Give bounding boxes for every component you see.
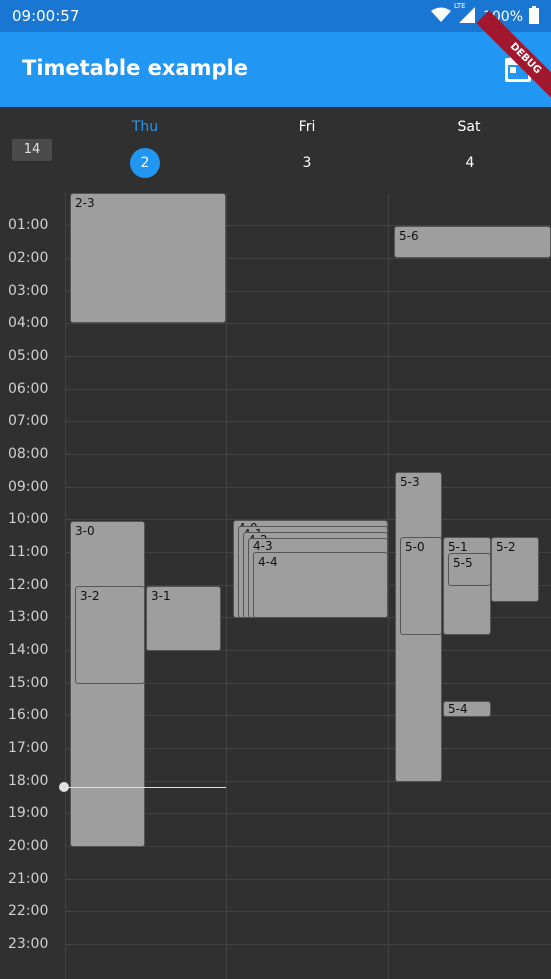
battery-icon bbox=[529, 6, 539, 28]
grid-line bbox=[65, 323, 551, 324]
app-bar: Timetable example DEBUG bbox=[0, 10, 551, 108]
grid-line bbox=[65, 487, 551, 488]
timetable-grid[interactable]: 01:00 02:00 03:00 04:00 05:00 06:00 07:0… bbox=[0, 193, 551, 979]
day-header: 14 Thu 2 Fri 3 Sat 4 bbox=[0, 107, 551, 193]
hour-label: 22:00 bbox=[8, 903, 49, 919]
event-5-6[interactable]: 5-6 bbox=[394, 226, 551, 258]
hour-label: 09:00 bbox=[8, 479, 49, 495]
event-3-0[interactable]: 3-0 bbox=[70, 521, 145, 847]
status-bar: 09:00:57 LTE 100% bbox=[0, 0, 551, 32]
day-number-sat[interactable]: 4 bbox=[455, 148, 485, 178]
hour-label: 18:00 bbox=[8, 773, 49, 789]
hour-label: 02:00 bbox=[8, 250, 49, 266]
hour-label: 03:00 bbox=[8, 283, 49, 299]
hour-label: 08:00 bbox=[8, 446, 49, 462]
lte-label: LTE bbox=[453, 2, 466, 10]
event-5-1[interactable]: 5-1 bbox=[443, 537, 491, 635]
grid-divider bbox=[388, 193, 389, 979]
hour-label: 14:00 bbox=[8, 642, 49, 658]
grid-line bbox=[65, 911, 551, 912]
current-time-dot bbox=[59, 782, 69, 792]
hour-label: 17:00 bbox=[8, 740, 49, 756]
event-5-4[interactable]: 5-4 bbox=[443, 701, 491, 717]
hour-label: 12:00 bbox=[8, 577, 49, 593]
grid-line bbox=[65, 389, 551, 390]
hour-label: 04:00 bbox=[8, 315, 49, 331]
app-title: Timetable example bbox=[22, 56, 248, 80]
grid-divider bbox=[226, 193, 227, 979]
hour-label: 05:00 bbox=[8, 348, 49, 364]
wifi-icon bbox=[430, 7, 451, 27]
hour-label: 19:00 bbox=[8, 805, 49, 821]
hour-label: 23:00 bbox=[8, 936, 49, 952]
event-4-4[interactable]: 4-4 bbox=[253, 552, 388, 618]
day-name-sat: Sat bbox=[457, 119, 481, 135]
hour-label: 20:00 bbox=[8, 838, 49, 854]
hour-label: 07:00 bbox=[8, 413, 49, 429]
hour-label: 06:00 bbox=[8, 381, 49, 397]
grid-divider bbox=[65, 193, 66, 979]
grid-line bbox=[65, 944, 551, 945]
current-time-line bbox=[64, 787, 226, 788]
hour-label: 15:00 bbox=[8, 675, 49, 691]
hour-label: 11:00 bbox=[8, 544, 49, 560]
status-time: 09:00:57 bbox=[12, 7, 80, 25]
day-number-thu[interactable]: 2 bbox=[130, 148, 160, 178]
grid-line bbox=[65, 356, 551, 357]
day-name-thu: Thu bbox=[131, 119, 159, 135]
event-3-1[interactable]: 3-1 bbox=[146, 586, 221, 651]
grid-line bbox=[65, 421, 551, 422]
event-5-0[interactable]: 5-0 bbox=[400, 537, 442, 635]
hour-label: 13:00 bbox=[8, 609, 49, 625]
grid-line bbox=[65, 879, 551, 880]
event-5-5[interactable]: 5-5 bbox=[448, 553, 491, 586]
hour-label: 01:00 bbox=[8, 217, 49, 233]
grid-line bbox=[65, 454, 551, 455]
event-2-3[interactable]: 2-3 bbox=[70, 193, 226, 323]
event-5-2[interactable]: 5-2 bbox=[491, 537, 539, 602]
day-name-fri: Fri bbox=[298, 119, 316, 135]
week-number: 14 bbox=[12, 139, 52, 161]
event-3-2[interactable]: 3-2 bbox=[75, 586, 145, 684]
hour-label: 21:00 bbox=[8, 871, 49, 887]
lte-icon: LTE bbox=[454, 2, 477, 28]
hour-label: 10:00 bbox=[8, 511, 49, 527]
day-number-fri[interactable]: 3 bbox=[292, 148, 322, 178]
hour-label: 16:00 bbox=[8, 707, 49, 723]
